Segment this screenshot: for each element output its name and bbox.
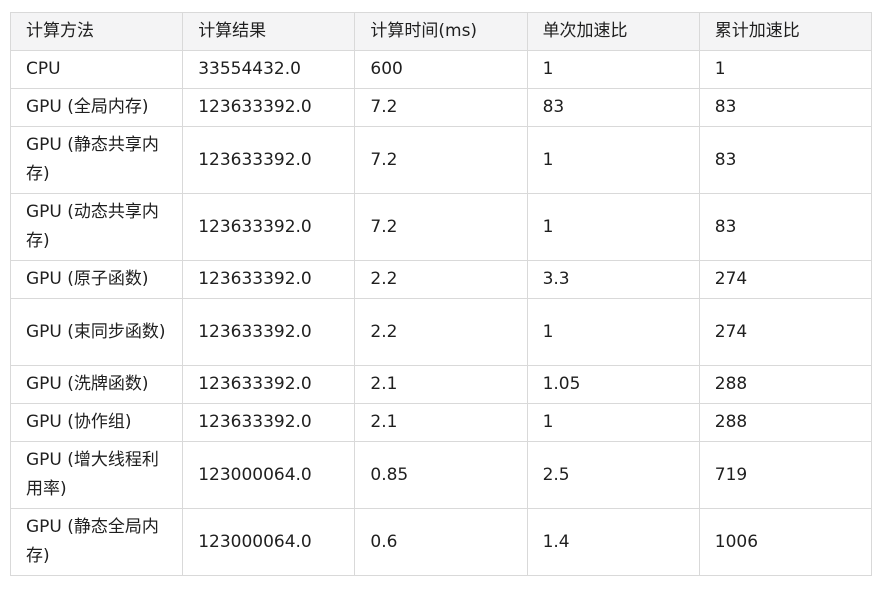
cell-single-speedup: 1 (526, 50, 700, 89)
cell-time: 0.6 (354, 508, 528, 576)
cell-method: GPU (静态共享内存) (9, 126, 184, 194)
table-row: GPU (原子函数) 123633392.0 2.2 3.3 274 (9, 260, 873, 299)
table-row: GPU (静态共享内存) 123633392.0 7.2 1 83 (9, 126, 873, 194)
cell-result: 123633392.0 (182, 193, 356, 261)
cell-cumulative-speedup: 1 (698, 50, 873, 89)
cell-cumulative-speedup: 83 (698, 88, 873, 127)
results-table: 计算方法 计算结果 计算时间(ms) 单次加速比 累计加速比 CPU 33554… (9, 12, 873, 576)
cell-time: 7.2 (354, 126, 528, 194)
table-row: GPU (洗牌函数) 123633392.0 2.1 1.05 288 (9, 365, 873, 404)
cell-result: 123000064.0 (182, 441, 356, 509)
cell-cumulative-speedup: 719 (698, 441, 873, 509)
cell-single-speedup: 1 (526, 126, 700, 194)
table-row: GPU (全局内存) 123633392.0 7.2 83 83 (9, 88, 873, 127)
cell-time: 7.2 (354, 193, 528, 261)
cell-time: 2.2 (354, 298, 528, 366)
cell-cumulative-speedup: 274 (698, 298, 873, 366)
cell-cumulative-speedup: 83 (698, 126, 873, 194)
cell-cumulative-speedup: 1006 (698, 508, 873, 576)
cell-method: GPU (全局内存) (9, 88, 184, 127)
cell-result: 123633392.0 (182, 88, 356, 127)
cell-single-speedup: 1 (526, 403, 700, 442)
cell-result: 123633392.0 (182, 126, 356, 194)
cell-single-speedup: 1.4 (526, 508, 700, 576)
cell-method: GPU (增大线程利用率) (9, 441, 184, 509)
cell-result: 123633392.0 (182, 365, 356, 404)
cell-time: 0.85 (354, 441, 528, 509)
cell-time: 2.1 (354, 403, 528, 442)
cell-cumulative-speedup: 83 (698, 193, 873, 261)
cell-result: 123000064.0 (182, 508, 356, 576)
cell-time: 2.2 (354, 260, 528, 299)
cell-time: 7.2 (354, 88, 528, 127)
cell-single-speedup: 1 (526, 193, 700, 261)
cell-single-speedup: 2.5 (526, 441, 700, 509)
cell-time: 600 (354, 50, 528, 89)
cell-method: GPU (动态共享内存) (9, 193, 184, 261)
cell-result: 123633392.0 (182, 298, 356, 366)
header-cumulative-speedup: 累计加速比 (698, 12, 873, 51)
header-time: 计算时间(ms) (354, 12, 528, 51)
cell-time: 2.1 (354, 365, 528, 404)
header-single-speedup: 单次加速比 (526, 12, 700, 51)
header-result: 计算结果 (182, 12, 356, 51)
cell-cumulative-speedup: 274 (698, 260, 873, 299)
results-table-container: 计算方法 计算结果 计算时间(ms) 单次加速比 累计加速比 CPU 33554… (9, 12, 873, 576)
cell-result: 123633392.0 (182, 260, 356, 299)
table-row: GPU (静态全局内存) 123000064.0 0.6 1.4 1006 (9, 508, 873, 576)
table-header-row: 计算方法 计算结果 计算时间(ms) 单次加速比 累计加速比 (9, 12, 873, 51)
cell-method: GPU (洗牌函数) (9, 365, 184, 404)
cell-single-speedup: 1 (526, 298, 700, 366)
cell-cumulative-speedup: 288 (698, 365, 873, 404)
cell-single-speedup: 83 (526, 88, 700, 127)
table-row: GPU (动态共享内存) 123633392.0 7.2 1 83 (9, 193, 873, 261)
table-row: GPU (协作组) 123633392.0 2.1 1 288 (9, 403, 873, 442)
table-row: GPU (增大线程利用率) 123000064.0 0.85 2.5 719 (9, 441, 873, 509)
header-method: 计算方法 (9, 12, 184, 51)
table-row: CPU 33554432.0 600 1 1 (9, 50, 873, 89)
cell-method: GPU (静态全局内存) (9, 508, 184, 576)
cell-single-speedup: 3.3 (526, 260, 700, 299)
cell-result: 123633392.0 (182, 403, 356, 442)
cell-method: CPU (9, 50, 184, 89)
table-row: GPU (束同步函数) 123633392.0 2.2 1 274 (9, 298, 873, 366)
cell-result: 33554432.0 (182, 50, 356, 89)
cell-method: GPU (协作组) (9, 403, 184, 442)
cell-single-speedup: 1.05 (526, 365, 700, 404)
cell-method: GPU (束同步函数) (9, 298, 184, 366)
cell-cumulative-speedup: 288 (698, 403, 873, 442)
cell-method: GPU (原子函数) (9, 260, 184, 299)
